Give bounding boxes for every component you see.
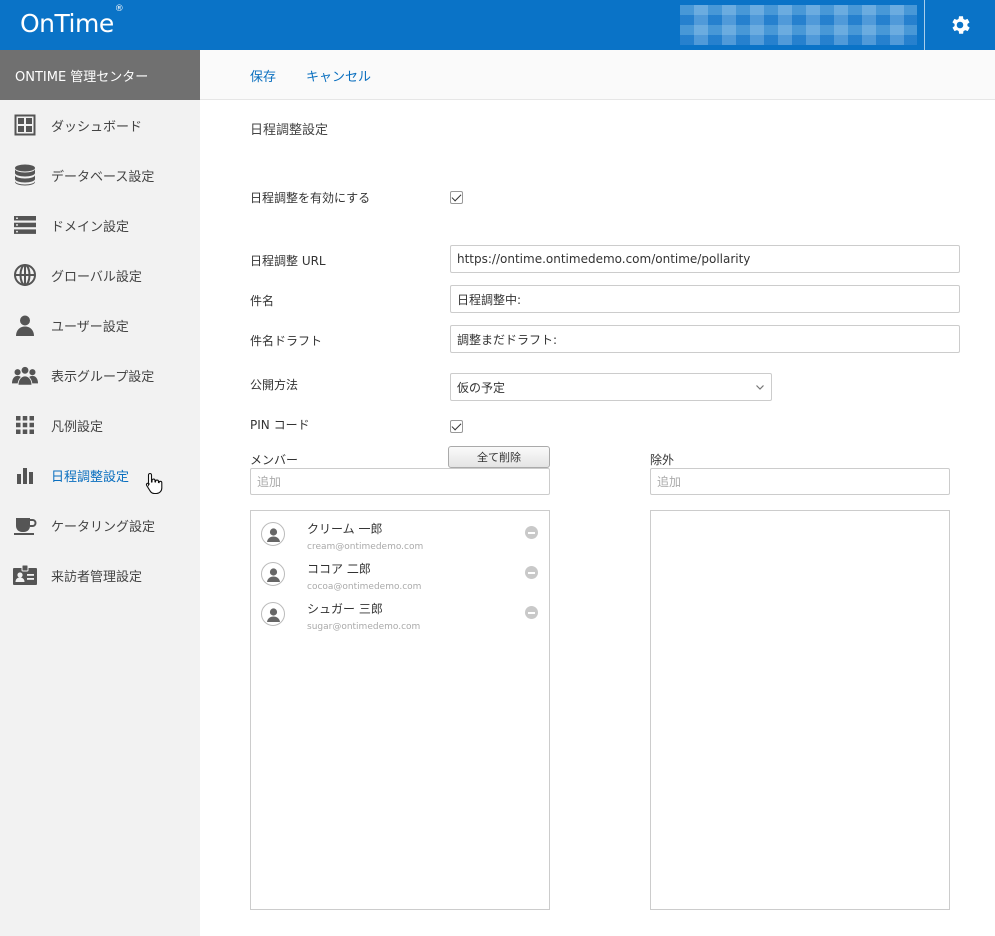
dashboard-icon bbox=[12, 112, 38, 138]
member-name: シュガー 三郎 bbox=[307, 602, 383, 616]
scheduling-url-label: 日程調整 URL bbox=[250, 254, 326, 268]
sidebar-item-scheduling[interactable]: 日程調整設定 bbox=[0, 455, 200, 495]
member-email: sugar@ontimedemo.com bbox=[307, 622, 421, 632]
pin-code-checkbox[interactable] bbox=[450, 420, 463, 433]
subject-draft-label: 件名ドラフト bbox=[250, 334, 323, 348]
hand-cursor-icon bbox=[145, 472, 163, 494]
publish-method-select[interactable]: 仮の予定 bbox=[450, 373, 772, 401]
members-list: クリーム 一郎 cream@ontimedemo.com ココア 二郎 coco… bbox=[250, 510, 550, 910]
exclude-add-input[interactable] bbox=[650, 468, 950, 495]
remove-member-icon[interactable] bbox=[525, 526, 538, 539]
member-email: cream@ontimedemo.com bbox=[307, 542, 424, 552]
save-button[interactable]: 保存 bbox=[250, 66, 276, 85]
sidebar-item-label: データベース設定 bbox=[51, 169, 155, 185]
sidebar-item-visitor[interactable]: 来訪者管理設定 bbox=[0, 555, 200, 595]
avatar-icon bbox=[261, 562, 285, 586]
sidebar-item-label: グローバル設定 bbox=[51, 269, 142, 285]
members-add-input[interactable] bbox=[250, 468, 550, 495]
sidebar-item-dashboard[interactable]: ダッシュボード bbox=[0, 105, 200, 145]
remove-member-icon[interactable] bbox=[525, 566, 538, 579]
enable-scheduling-label: 日程調整を有効にする bbox=[250, 191, 371, 205]
avatar-icon bbox=[261, 522, 285, 546]
group-icon bbox=[12, 362, 38, 388]
publish-method-label: 公開方法 bbox=[250, 378, 299, 392]
scheduling-url-input[interactable] bbox=[450, 245, 960, 273]
sidebar-item-label: 日程調整設定 bbox=[51, 469, 130, 485]
sidebar-item-global[interactable]: グローバル設定 bbox=[0, 255, 200, 295]
sidebar-item-label: ユーザー設定 bbox=[51, 319, 129, 335]
toolbar: 保存 キャンセル bbox=[200, 50, 995, 100]
sidebar-item-label: 来訪者管理設定 bbox=[51, 569, 143, 585]
top-bar: OnTime® bbox=[0, 0, 995, 50]
exclude-list bbox=[650, 510, 950, 910]
ontime-logo[interactable]: OnTime® bbox=[20, 4, 124, 38]
server-icon bbox=[12, 212, 38, 238]
chevron-down-icon bbox=[756, 385, 764, 390]
subject-input[interactable] bbox=[450, 285, 960, 313]
member-name: ココア 二郎 bbox=[307, 562, 371, 576]
settings-button[interactable] bbox=[924, 0, 995, 50]
globe-icon bbox=[12, 262, 38, 288]
database-icon bbox=[12, 162, 38, 188]
pin-code-label: PIN コード bbox=[250, 418, 310, 432]
list-item[interactable]: シュガー 三郎 sugar@ontimedemo.com bbox=[251, 593, 549, 633]
sidebar-item-legend[interactable]: 凡例設定 bbox=[0, 405, 200, 445]
enable-scheduling-checkbox[interactable] bbox=[450, 191, 463, 204]
member-email: cocoa@ontimedemo.com bbox=[307, 582, 422, 592]
list-item[interactable]: ココア 二郎 cocoa@ontimedemo.com bbox=[251, 553, 549, 593]
user-name-pixelated bbox=[680, 5, 917, 45]
sidebar-item-label: ケータリング設定 bbox=[51, 519, 156, 535]
sidebar-item-catering[interactable]: ケータリング設定 bbox=[0, 505, 200, 545]
sidebar-item-database[interactable]: データベース設定 bbox=[0, 155, 200, 195]
subject-label: 件名 bbox=[250, 294, 275, 308]
logo-registered-mark: ® bbox=[114, 3, 124, 14]
sidebar-item-domain[interactable]: ドメイン設定 bbox=[0, 205, 200, 245]
sidebar-item-label: ダッシュボード bbox=[51, 119, 143, 135]
id-card-icon bbox=[12, 562, 38, 588]
remove-member-icon[interactable] bbox=[525, 606, 538, 619]
sidebar-item-label: 表示グループ設定 bbox=[51, 369, 155, 385]
subject-draft-input[interactable] bbox=[450, 325, 960, 353]
list-item[interactable]: クリーム 一郎 cream@ontimedemo.com bbox=[251, 513, 549, 553]
exclude-label: 除外 bbox=[650, 453, 675, 467]
clear-all-button[interactable]: 全て削除 bbox=[448, 446, 550, 468]
sidebar-item-label: ドメイン設定 bbox=[51, 219, 130, 235]
logo-text: OnTime bbox=[20, 9, 114, 38]
user-icon bbox=[12, 312, 38, 338]
sidebar-item-display-group[interactable]: 表示グループ設定 bbox=[0, 355, 200, 395]
sidebar-item-user[interactable]: ユーザー設定 bbox=[0, 305, 200, 345]
members-label: メンバー bbox=[250, 453, 299, 467]
publish-method-value: 仮の予定 bbox=[457, 380, 506, 395]
section-title: 日程調整設定 bbox=[250, 123, 329, 138]
cup-icon bbox=[12, 512, 38, 538]
bar-chart-icon bbox=[12, 462, 38, 488]
gear-icon bbox=[952, 16, 970, 34]
sidebar-title: ONTIME 管理センター bbox=[0, 50, 200, 100]
cancel-button[interactable]: キャンセル bbox=[306, 66, 371, 85]
grid-icon bbox=[12, 412, 38, 438]
avatar-icon bbox=[261, 602, 285, 626]
member-name: クリーム 一郎 bbox=[307, 522, 383, 536]
sidebar-item-label: 凡例設定 bbox=[51, 419, 104, 435]
